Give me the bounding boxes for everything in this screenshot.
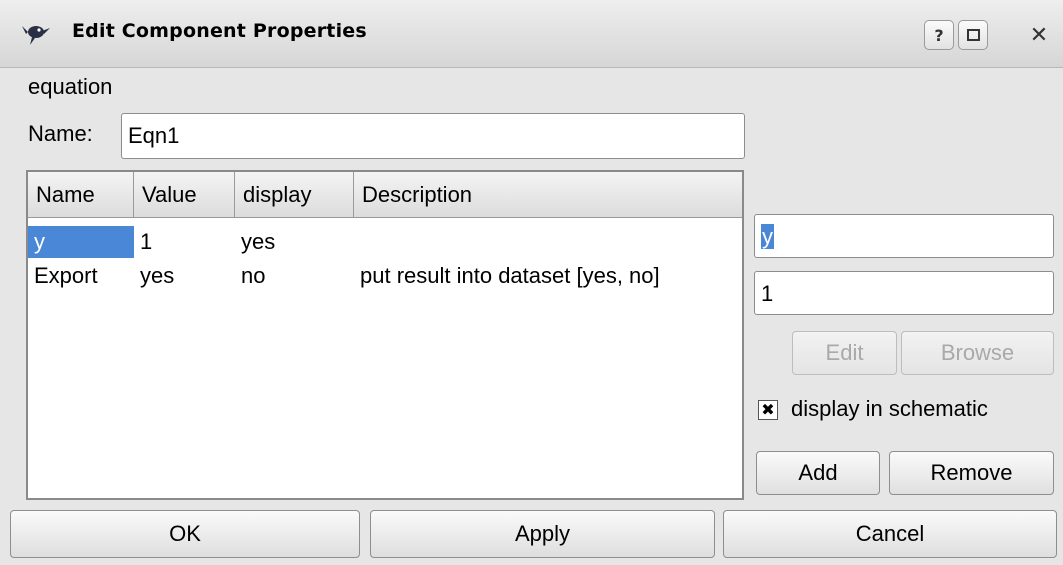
browse-button[interactable]: Browse [901, 331, 1054, 375]
column-header-name[interactable]: Name [28, 172, 134, 218]
cell-display[interactable]: no [235, 260, 354, 292]
cell-description[interactable] [354, 226, 742, 258]
table-header: Name Value display Description [28, 172, 742, 218]
display-in-schematic-label: display in schematic [791, 396, 988, 421]
component-type-label: equation [28, 74, 113, 99]
column-header-description[interactable]: Description [354, 172, 742, 218]
edit-button[interactable]: Edit [792, 331, 897, 375]
ok-button[interactable]: OK [10, 510, 360, 558]
add-button[interactable]: Add [756, 451, 880, 495]
column-header-value[interactable]: Value [134, 172, 235, 218]
display-in-schematic-checkbox[interactable]: ✖ [758, 400, 778, 420]
properties-table[interactable]: Name Value display Description y 1 yes E… [26, 170, 744, 500]
app-logo-icon [22, 26, 50, 45]
property-value-input[interactable]: 1 [754, 271, 1054, 315]
table-row[interactable]: y 1 yes [28, 226, 742, 258]
cancel-button[interactable]: Cancel [723, 510, 1057, 558]
cell-value[interactable]: yes [134, 260, 235, 292]
close-button[interactable]: ✕ [1024, 20, 1054, 50]
help-button[interactable]: ? [924, 20, 954, 50]
cell-value[interactable]: 1 [134, 226, 235, 258]
title-bar: Edit Component Properties ? ✕ [0, 0, 1063, 68]
maximize-icon [966, 29, 980, 41]
cell-name[interactable]: y [28, 226, 134, 258]
cell-name[interactable]: Export [28, 260, 134, 292]
apply-button[interactable]: Apply [370, 510, 715, 558]
maximize-button[interactable] [958, 20, 988, 50]
table-row[interactable]: Export yes no put result into dataset [y… [28, 260, 742, 292]
remove-button[interactable]: Remove [889, 451, 1054, 495]
name-input[interactable]: Eqn1 [121, 113, 745, 159]
column-header-display[interactable]: display [235, 172, 354, 218]
name-label: Name: [28, 121, 93, 146]
property-name-selected-text: y [761, 224, 774, 249]
property-name-input[interactable]: y [754, 214, 1054, 258]
cell-description[interactable]: put result into dataset [yes, no] [354, 260, 742, 292]
window-title: Edit Component Properties [72, 20, 367, 42]
cell-display[interactable]: yes [235, 226, 354, 258]
